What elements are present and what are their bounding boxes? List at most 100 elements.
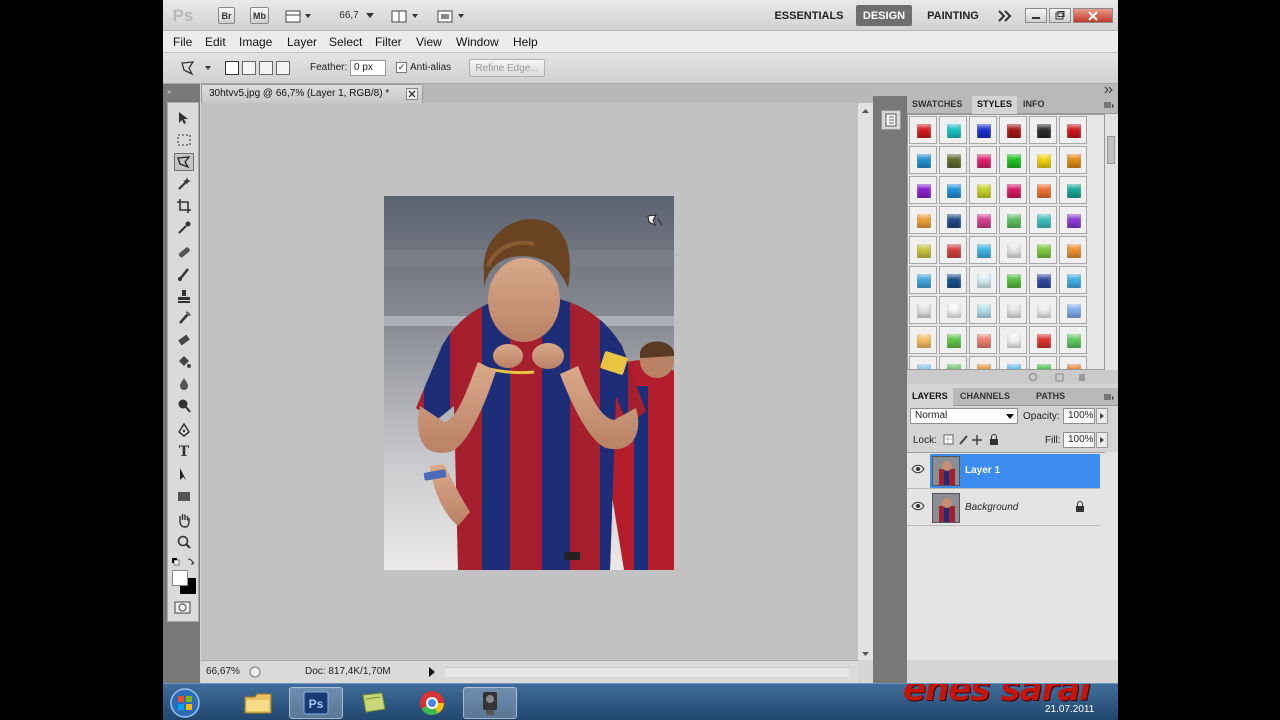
style-swatch[interactable]: [969, 176, 997, 204]
subtract-from-selection-icon[interactable]: [259, 61, 273, 75]
fill-slider-button[interactable]: [1096, 432, 1108, 448]
tab-swatches[interactable]: SWATCHES: [907, 96, 967, 114]
quick-mask-button[interactable]: [174, 601, 192, 615]
zoom-level-dropdown[interactable]: 66,7: [333, 7, 381, 24]
path-selection-tool[interactable]: [174, 465, 194, 483]
crop-tool[interactable]: [174, 197, 194, 215]
style-swatch[interactable]: [909, 116, 937, 144]
canvas-area[interactable]: [201, 103, 858, 660]
shape-tool[interactable]: [174, 487, 194, 505]
refine-edge-button[interactable]: Refine Edge...: [469, 59, 545, 77]
style-swatch[interactable]: [909, 356, 937, 369]
style-swatch[interactable]: [1059, 326, 1087, 354]
document-tab[interactable]: 30htvv5.jpg @ 66,7% (Layer 1, RGB/8) *: [201, 84, 423, 103]
style-swatch[interactable]: [909, 266, 937, 294]
style-swatch[interactable]: [969, 146, 997, 174]
layer-name[interactable]: Background: [965, 502, 1018, 513]
scroll-up-icon[interactable]: [861, 108, 870, 114]
style-swatch[interactable]: [969, 116, 997, 144]
vertical-scrollbar[interactable]: [858, 103, 873, 660]
menu-image[interactable]: Image: [239, 35, 272, 49]
style-swatch[interactable]: [909, 326, 937, 354]
marquee-tool[interactable]: [174, 131, 194, 149]
style-swatch[interactable]: [1059, 266, 1087, 294]
hand-tool[interactable]: [174, 511, 194, 529]
style-swatch[interactable]: [939, 116, 967, 144]
tab-info[interactable]: INFO: [1018, 96, 1050, 114]
layer-name[interactable]: Layer 1: [965, 465, 1000, 476]
restore-button[interactable]: [1049, 8, 1071, 23]
style-swatch[interactable]: [999, 176, 1027, 204]
style-swatch[interactable]: [1059, 206, 1087, 234]
collapse-panels-icon[interactable]: [1104, 86, 1114, 94]
view-extras-button[interactable]: [283, 7, 313, 24]
zoom-tool[interactable]: [174, 533, 194, 551]
style-swatch[interactable]: [909, 146, 937, 174]
more-workspaces-button[interactable]: [995, 7, 1015, 24]
style-swatch[interactable]: [1059, 356, 1087, 369]
horizontal-scrollbar[interactable]: [445, 667, 849, 677]
status-menu-arrow-icon[interactable]: [427, 666, 437, 678]
blend-mode-dropdown[interactable]: Normal: [910, 408, 1018, 424]
type-tool[interactable]: T: [174, 443, 194, 461]
style-swatch[interactable]: [1029, 146, 1057, 174]
eyedropper-tool[interactable]: [174, 219, 194, 237]
style-swatch[interactable]: [999, 326, 1027, 354]
style-swatch[interactable]: [1029, 266, 1057, 294]
add-to-selection-icon[interactable]: [242, 61, 256, 75]
menu-file[interactable]: File: [173, 35, 192, 49]
close-document-button[interactable]: [406, 88, 418, 100]
feather-input[interactable]: 0 px: [350, 60, 386, 76]
intersect-selection-icon[interactable]: [276, 61, 290, 75]
style-swatch[interactable]: [969, 356, 997, 369]
history-brush-tool[interactable]: [174, 309, 194, 327]
pen-tool[interactable]: [174, 421, 194, 439]
menu-layer[interactable]: Layer: [287, 35, 317, 49]
lock-options-icons[interactable]: [943, 434, 1005, 446]
style-swatch[interactable]: [1029, 176, 1057, 204]
style-swatch[interactable]: [1029, 206, 1057, 234]
style-swatch[interactable]: [1029, 296, 1057, 324]
style-swatch[interactable]: [969, 206, 997, 234]
workspace-essentials[interactable]: ESSENTIALS: [767, 5, 851, 26]
close-button[interactable]: [1073, 8, 1113, 23]
style-swatch[interactable]: [939, 356, 967, 369]
menu-filter[interactable]: Filter: [375, 35, 402, 49]
tab-styles[interactable]: STYLES: [972, 96, 1018, 114]
opacity-slider-button[interactable]: [1096, 408, 1108, 424]
screen-mode-button[interactable]: [435, 7, 467, 24]
style-swatch[interactable]: [1029, 116, 1057, 144]
style-swatch[interactable]: [969, 296, 997, 324]
style-swatch[interactable]: [1059, 116, 1087, 144]
healing-brush-tool[interactable]: [174, 243, 194, 261]
style-swatch[interactable]: [909, 296, 937, 324]
styles-scroll-thumb[interactable]: [1107, 136, 1115, 164]
menu-edit[interactable]: Edit: [205, 35, 226, 49]
document-image[interactable]: [384, 196, 674, 570]
minibridge-button[interactable]: Mb: [250, 7, 269, 24]
default-colors-swap[interactable]: [171, 557, 197, 567]
workspace-painting[interactable]: PAINTING: [919, 5, 987, 26]
taskbar-explorer[interactable]: [231, 687, 285, 719]
menu-help[interactable]: Help: [513, 35, 538, 49]
style-swatch[interactable]: [939, 176, 967, 204]
scroll-down-icon[interactable]: [861, 651, 870, 657]
style-swatch[interactable]: [1059, 296, 1087, 324]
style-swatch[interactable]: [909, 206, 937, 234]
panel-menu-icon[interactable]: [1103, 101, 1115, 109]
taskbar-camera[interactable]: [463, 687, 517, 719]
foreground-color-swatch[interactable]: [172, 570, 188, 586]
quick-selection-tool[interactable]: [174, 175, 194, 193]
styles-scrollbar[interactable]: [1105, 114, 1118, 370]
style-swatch[interactable]: [909, 176, 937, 204]
menu-view[interactable]: View: [416, 35, 442, 49]
tab-layers[interactable]: LAYERS: [907, 388, 953, 406]
paint-bucket-tool[interactable]: [174, 353, 194, 371]
start-button[interactable]: [165, 687, 205, 719]
antialias-checkbox[interactable]: ✓: [396, 62, 407, 73]
blur-tool[interactable]: [174, 375, 194, 393]
new-selection-icon[interactable]: [225, 61, 239, 75]
brush-tool[interactable]: [174, 265, 194, 283]
eraser-tool[interactable]: [174, 331, 194, 349]
bridge-button[interactable]: Br: [218, 7, 235, 24]
